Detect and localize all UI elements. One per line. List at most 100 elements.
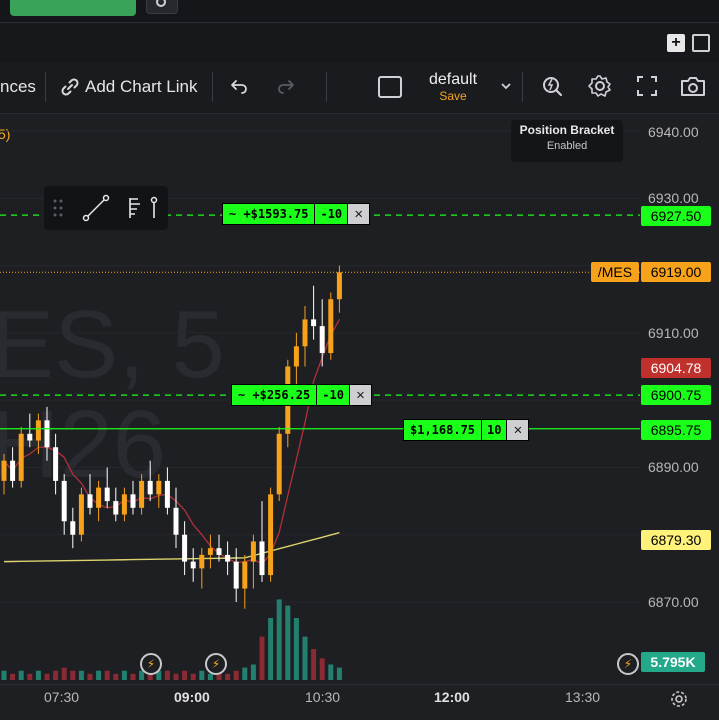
toolbar-divider [326, 72, 327, 102]
price-axis-label: 6940.00 [648, 124, 699, 140]
add-chart-link-button[interactable]: Add Chart Link [85, 77, 197, 97]
quick-search-icon[interactable] [540, 73, 566, 99]
candle-body [216, 548, 222, 555]
close-position-button[interactable]: ✕ [507, 419, 530, 441]
volume-bar [164, 670, 170, 680]
layout-name[interactable]: default [410, 71, 496, 89]
volume-bar [182, 670, 188, 680]
volume-bar [190, 673, 196, 680]
candle-body [121, 494, 127, 515]
lightning-event-icon[interactable]: ⚡ [205, 653, 227, 675]
candle-body [96, 487, 102, 508]
price-axis-label: 6930.00 [648, 190, 699, 206]
volume-bar [130, 673, 136, 680]
volume-bar [199, 670, 205, 680]
candle-body [182, 534, 188, 562]
cancel-order-button[interactable]: ✕ [349, 384, 372, 406]
add-tab-button[interactable]: + [667, 34, 685, 52]
camera-icon[interactable] [679, 74, 707, 98]
volume-bar [311, 649, 317, 680]
candle-body [27, 433, 33, 441]
volume-bar [276, 599, 282, 680]
candle-body [319, 326, 325, 354]
position-order[interactable]: $1,168.75 10 ✕ [403, 419, 530, 441]
volume-bar [285, 605, 291, 680]
gear-icon[interactable] [587, 73, 613, 99]
volume-bar [1, 670, 7, 680]
lightning-event-icon[interactable]: ⚡ [617, 653, 639, 675]
take-profit-order-lower[interactable]: ~ +$256.25 -10 ✕ [231, 384, 372, 406]
candle-body [190, 561, 196, 569]
volume-bar [268, 618, 274, 680]
fullscreen-icon[interactable] [636, 75, 658, 97]
volume-bar [121, 670, 127, 680]
record-button[interactable] [146, 0, 178, 14]
candle-body [156, 480, 162, 495]
entry-price-tag: 6895.75 [641, 420, 711, 440]
candle-body [70, 521, 76, 535]
price-axis-label: 6890.00 [648, 459, 699, 475]
toolbar-partial-label[interactable]: nces [0, 77, 36, 97]
candle-body [336, 272, 342, 300]
redo-icon[interactable] [276, 76, 296, 96]
layout-save-link[interactable]: Save [410, 89, 496, 103]
volume-bar [70, 670, 76, 680]
volume-bar [233, 670, 239, 680]
red-price-tag: 6904.78 [641, 358, 711, 378]
time-axis-label: 09:00 [174, 689, 210, 705]
circle-icon [156, 0, 166, 7]
candle-body [250, 541, 256, 562]
candle-body [199, 554, 205, 569]
green-action-button[interactable] [10, 0, 136, 16]
drag-handle-icon[interactable] [52, 198, 64, 218]
drawing-toolbar [44, 186, 168, 230]
position-qty[interactable]: 10 [482, 419, 508, 441]
volume-bar [53, 670, 59, 680]
volume-bar [104, 670, 110, 680]
volume-tag: 5.795K [641, 652, 705, 672]
order-pnl[interactable]: ~ +$1593.75 [222, 203, 316, 225]
layout-square-icon[interactable] [378, 76, 402, 98]
volume-bar [35, 670, 41, 680]
axis-settings-gear-icon[interactable] [669, 689, 689, 709]
volume-bar [302, 636, 308, 680]
maximize-window-button[interactable] [692, 34, 710, 52]
candle-body [113, 501, 119, 515]
candle-body [233, 561, 239, 589]
candle-body [44, 420, 50, 448]
volume-bar [207, 673, 213, 680]
volume-bar [87, 673, 93, 680]
position-pnl[interactable]: $1,168.75 [403, 419, 483, 441]
tab-strip [0, 22, 719, 62]
trend-line-icon[interactable] [82, 194, 110, 222]
undo-icon[interactable] [229, 76, 249, 96]
candle-body [53, 447, 59, 481]
candle-body [302, 319, 308, 347]
time-axis-label: 07:30 [44, 689, 80, 705]
fib-retracement-icon[interactable] [124, 194, 160, 222]
volume-bar [242, 667, 248, 680]
link-icon [61, 78, 79, 96]
candle-body [78, 494, 84, 535]
toolbar-divider [212, 72, 213, 102]
volume-bar [18, 670, 24, 680]
take-profit-order-upper[interactable]: ~ +$1593.75 -10 ✕ [222, 203, 371, 225]
order-qty[interactable]: -10 [315, 203, 349, 225]
candle-body [130, 494, 136, 508]
candle-body [104, 487, 110, 502]
cancel-order-button[interactable]: ✕ [348, 203, 371, 225]
volume-bar [173, 673, 179, 680]
volume-bar [113, 673, 119, 680]
volume-bar [44, 673, 50, 680]
candle-body [139, 480, 145, 508]
lightning-event-icon[interactable]: ⚡ [140, 653, 162, 675]
time-axis-label: 10:30 [305, 689, 341, 705]
candle-body [225, 554, 231, 562]
chevron-down-icon[interactable] [499, 80, 513, 92]
candle-body [173, 507, 179, 535]
order-pnl[interactable]: ~ +$256.25 [231, 384, 318, 406]
moving-average-price-tag: 6879.30 [641, 530, 711, 550]
position-bracket-indicator[interactable]: Position Bracket Enabled [511, 120, 623, 162]
volume-bar [250, 664, 256, 680]
order-qty[interactable]: -10 [317, 384, 350, 406]
